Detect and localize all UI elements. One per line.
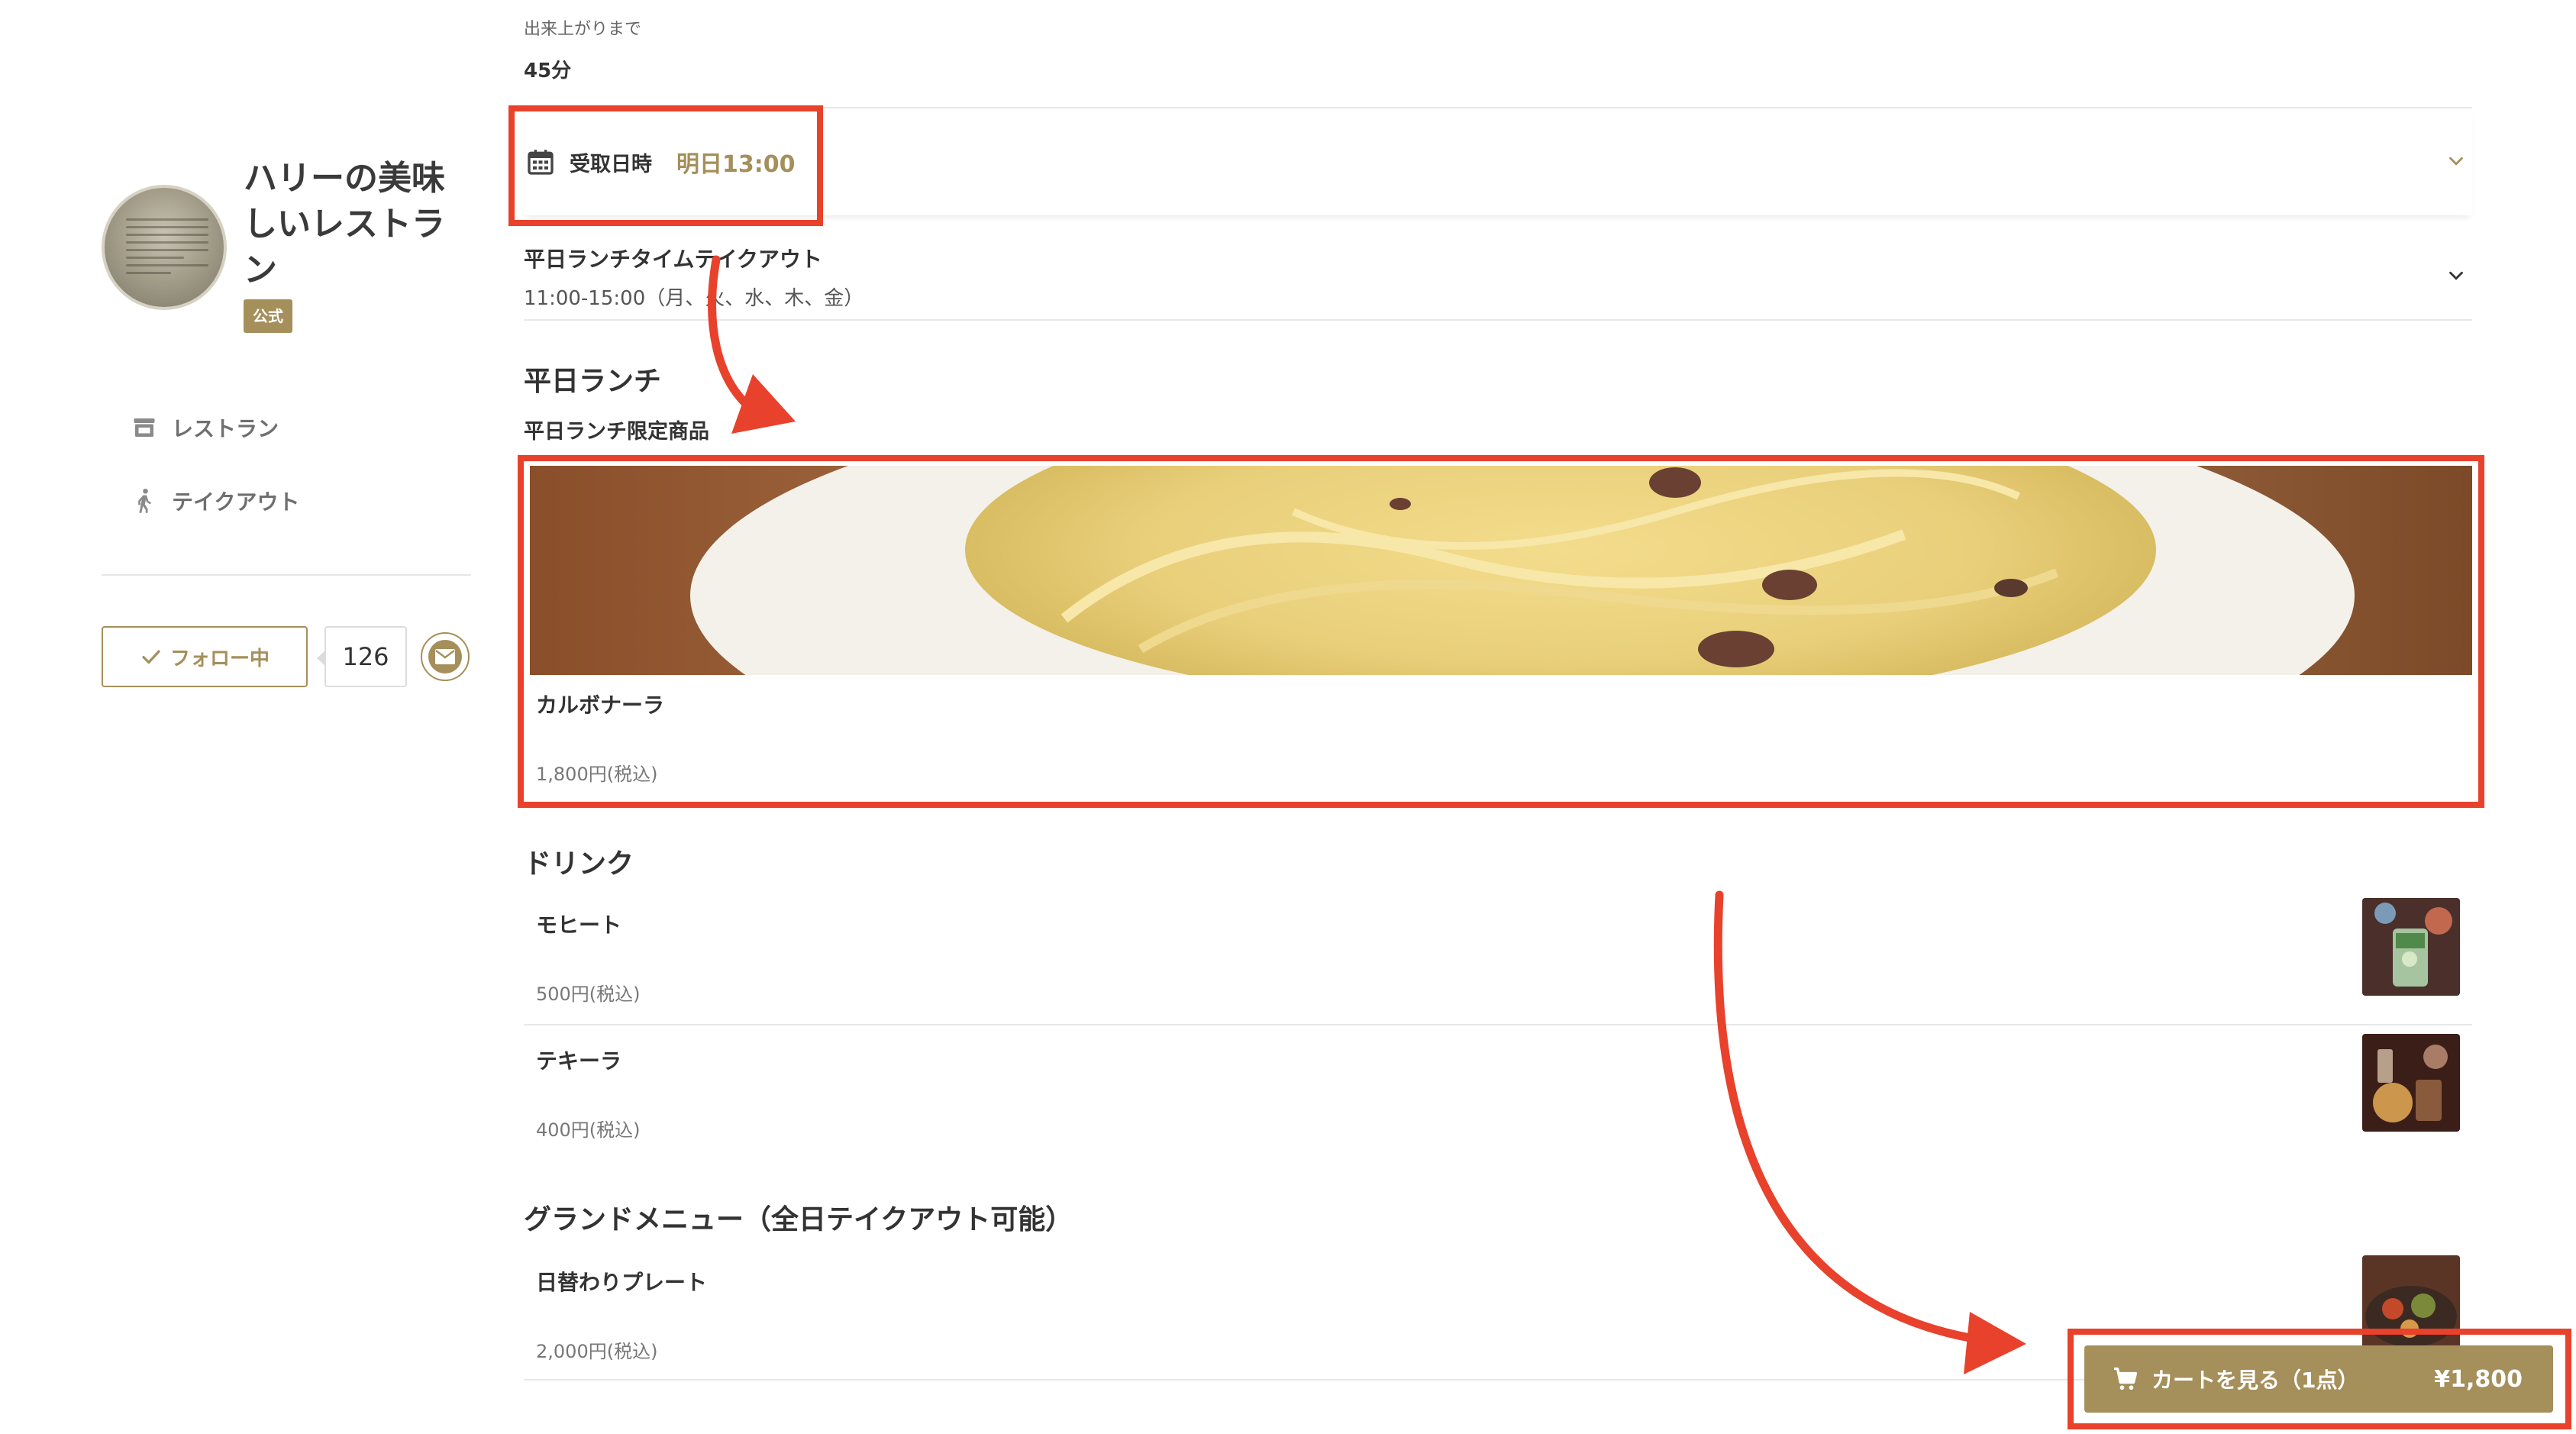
menu-item-name: テキーラ — [536, 1048, 622, 1074]
section-title-drinks: ドリンク — [524, 848, 634, 880]
tequila-thumbnail — [2362, 1034, 2460, 1132]
eta-value: 45分 — [524, 60, 572, 82]
menu-item-price: 400円(税込) — [536, 1119, 641, 1141]
follower-count: 126 — [317, 626, 407, 687]
mojito-thumbnail — [2362, 898, 2460, 996]
cart-icon — [2114, 1367, 2138, 1390]
follow-button[interactable]: フォロー中 — [102, 626, 308, 687]
sidebar-divider — [102, 574, 471, 576]
chevron-down-icon[interactable] — [2445, 150, 2468, 173]
menu-item-name: カルボナーラ — [536, 693, 665, 718]
calendar-icon — [528, 150, 554, 175]
section-subtitle-lunch: 平日ランチ限定商品 — [524, 420, 709, 444]
pickup-label: 受取日時 — [570, 152, 652, 176]
menu-item-featured[interactable]: カルボナーラ 1,800円(税込) — [530, 466, 2472, 802]
check-icon — [142, 650, 160, 664]
mail-icon — [428, 640, 462, 673]
pickup-value: 明日13:00 — [676, 151, 796, 178]
takeout-hours-detail: 11:00-15:00（月、火、水、木、金） — [524, 287, 864, 310]
view-cart-button[interactable]: カートを見る（1点） ¥1,800 — [2084, 1345, 2553, 1413]
message-button[interactable] — [421, 632, 470, 681]
menu-item-price: 2,000円(税込) — [536, 1341, 658, 1362]
sidebar-item-label: テイクアウト — [172, 489, 300, 515]
divider — [524, 319, 2472, 321]
menu-item[interactable]: テキーラ 400円(税込) — [530, 1034, 2472, 1180]
daily-plate-thumbnail — [2362, 1255, 2460, 1353]
official-badge: 公式 — [244, 299, 292, 333]
menu-item-name: 日替わりプレート — [536, 1270, 708, 1295]
pickup-datetime-selector[interactable]: 受取日時 明日13:00 — [524, 108, 2472, 215]
eta-label: 出来上がりまで — [524, 20, 642, 39]
menu-item-name: モヒート — [536, 912, 622, 938]
takeout-page: ハリーの美味しいレストラン 公式 レストラン テイクアウト フォロー中 126 — [0, 0, 2576, 1434]
takeout-hours-title[interactable]: 平日ランチタイムテイクアウト — [524, 243, 822, 273]
sidebar-item-restaurant[interactable]: レストラン — [131, 411, 279, 444]
walking-person-icon — [138, 488, 151, 513]
cart-button-label: カートを見る（1点） — [2152, 1368, 2359, 1393]
section-title-grand: グランドメニュー（全日テイクアウト可能） — [524, 1204, 1073, 1235]
menu-item-price: 500円(税込) — [536, 983, 641, 1005]
sidebar-item-label: レストラン — [172, 416, 279, 441]
sidebar-item-takeout[interactable]: テイクアウト — [131, 484, 299, 518]
divider — [524, 1024, 2472, 1025]
shop-name: ハリーの美味しいレストラン — [244, 159, 445, 289]
chevron-down-icon[interactable] — [2445, 264, 2468, 287]
follow-button-label: フォロー中 — [169, 647, 270, 670]
cart-total: ¥1,800 — [2434, 1365, 2523, 1393]
section-title-lunch: 平日ランチ — [524, 366, 662, 397]
menu-main: 出来上がりまで 45分 受取日時 明日13:00 平日ランチタイムテイクアウト … — [524, 0, 2472, 1434]
menu-item-price: 1,800円(税込) — [536, 764, 658, 785]
carbonara-photo — [530, 466, 2472, 675]
store-icon — [134, 418, 155, 437]
shop-avatar[interactable] — [102, 185, 227, 310]
